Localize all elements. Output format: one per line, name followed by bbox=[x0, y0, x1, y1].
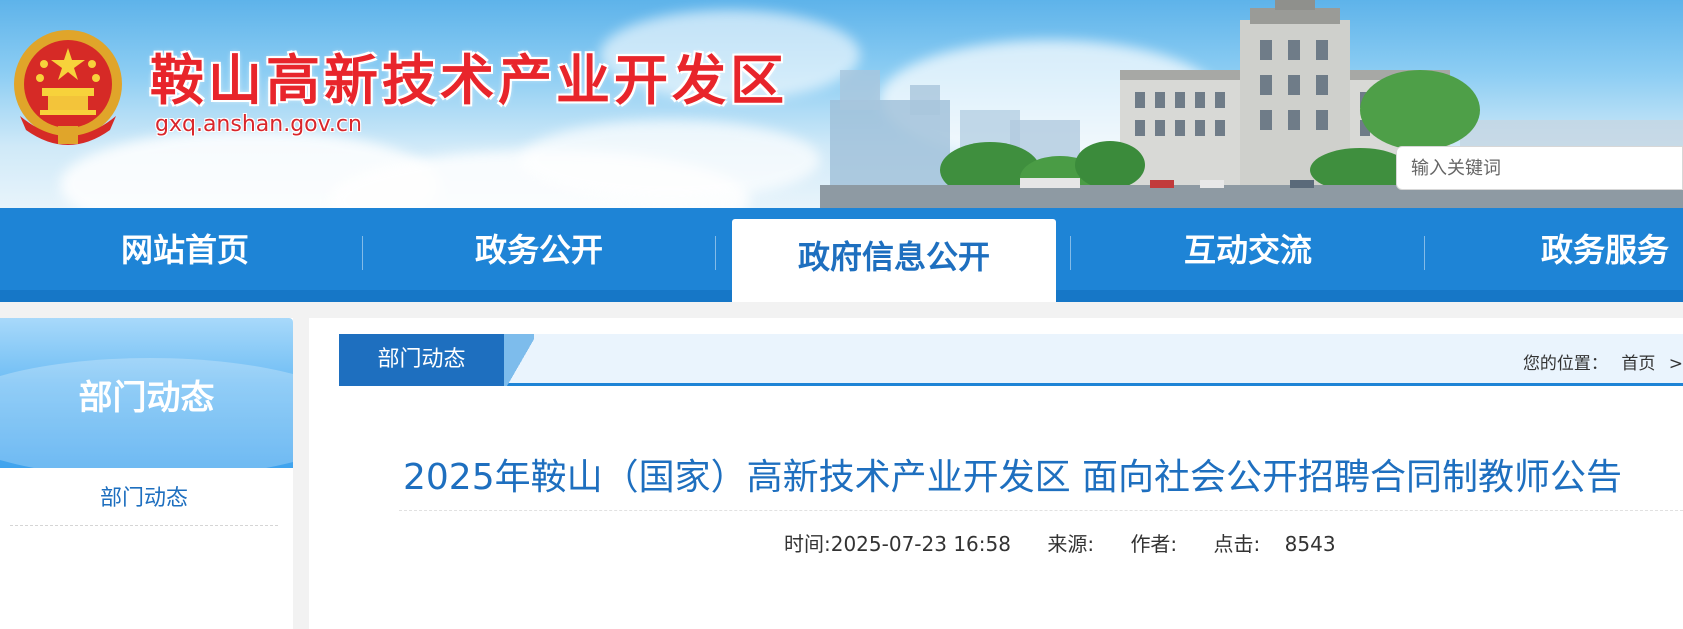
search-input[interactable] bbox=[1396, 146, 1683, 190]
nav-item-services[interactable]: 政务服务 bbox=[1425, 208, 1683, 290]
breadcrumb-prefix: 您的位置： bbox=[1522, 354, 1608, 374]
nav-item-interaction[interactable]: 互动交流 bbox=[1078, 208, 1418, 290]
meta-author: 作者: bbox=[1130, 532, 1178, 556]
meta-clicks-value: 8543 bbox=[1284, 532, 1336, 556]
national-emblem-icon bbox=[14, 30, 122, 145]
header-banner: 鞍山高新技术产业开发区 gxq.anshan.gov.cn bbox=[0, 0, 1683, 208]
nav-item-home[interactable]: 网站首页 bbox=[15, 208, 355, 290]
section-tab-decoration bbox=[504, 334, 534, 386]
site-title[interactable]: 鞍山高新技术产业开发区 bbox=[150, 36, 788, 115]
nav-item-government-info[interactable]: 政府信息公开 bbox=[732, 219, 1056, 302]
breadcrumb-separator: > bbox=[1668, 354, 1683, 374]
sidebar-header: 部门动态 bbox=[0, 318, 293, 468]
sidebar-title: 部门动态 bbox=[78, 378, 215, 418]
article-title: 2025年鞍山（国家）高新技术产业开发区 面向社会公开招聘合同制教师公告 bbox=[403, 457, 1623, 498]
section-header: 部门动态 您的位置： 首页 > bbox=[339, 334, 1683, 386]
sidebar-item-department-news[interactable]: 部门动态 bbox=[10, 480, 278, 526]
meta-source: 来源: bbox=[1047, 532, 1095, 556]
nav-separator bbox=[715, 236, 716, 270]
section-tab: 部门动态 bbox=[339, 334, 504, 386]
site-domain: gxq.anshan.gov.cn bbox=[155, 112, 362, 137]
banner-cloud bbox=[520, 120, 820, 200]
main-nav: 网站首页 政务公开 政府信息公开 互动交流 政务服务 bbox=[0, 208, 1683, 302]
nav-separator bbox=[362, 236, 363, 270]
breadcrumb: 您的位置： 首页 > bbox=[1515, 349, 1683, 374]
meta-time: 时间:2025-07-23 16:58 bbox=[784, 532, 1011, 556]
nav-separator bbox=[1070, 236, 1071, 270]
main-content: 部门动态 您的位置： 首页 > 2025年鞍山（国家）高新技术产业开发区 面向社… bbox=[309, 318, 1683, 629]
article-meta: 时间:2025-07-23 16:58 来源: 作者: 点击: 8543 bbox=[784, 528, 1336, 557]
nav-item-government-affairs[interactable]: 政务公开 bbox=[369, 208, 709, 290]
title-divider bbox=[399, 510, 1683, 511]
meta-clicks-label: 点击: bbox=[1213, 532, 1261, 556]
breadcrumb-home-link[interactable]: 首页 bbox=[1621, 354, 1655, 374]
sidebar: 部门动态 部门动态 bbox=[0, 318, 293, 629]
